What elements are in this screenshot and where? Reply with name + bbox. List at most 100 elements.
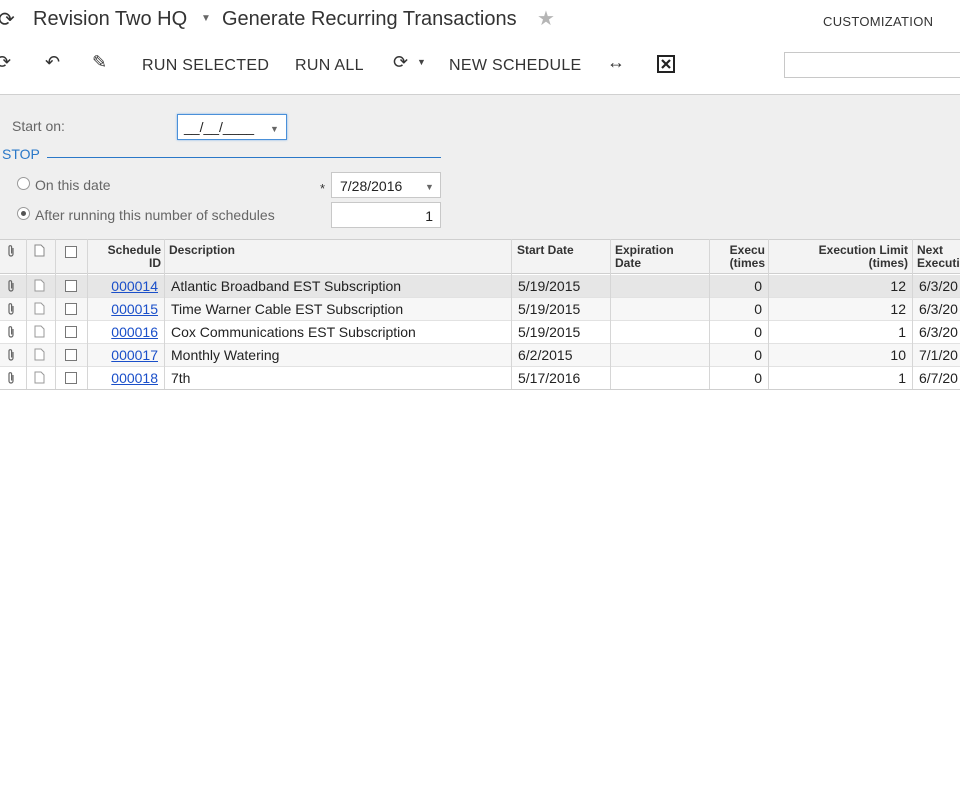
- note-icon[interactable]: [34, 279, 45, 295]
- start-date-cell: 5/19/2015: [518, 278, 581, 294]
- search-input[interactable]: [784, 52, 960, 78]
- undo-icon[interactable]: ↶: [45, 52, 60, 73]
- execution-count-cell: 0: [754, 278, 762, 294]
- stop-date-value: 7/28/2016: [340, 178, 403, 194]
- column-divider: [26, 239, 27, 389]
- next-execution-cell: 6/3/20: [919, 301, 958, 317]
- schedule-id-link[interactable]: 000017: [111, 347, 158, 363]
- customization-menu[interactable]: CUSTOMIZATION: [823, 14, 933, 29]
- run-selected-button[interactable]: RUN SELECTED: [142, 57, 269, 75]
- company-name[interactable]: Revision Two HQ: [33, 8, 187, 31]
- header-text: Schedule: [107, 243, 161, 257]
- description-cell: Cox Communications EST Subscription: [171, 324, 416, 340]
- execution-limit-cell: 1: [898, 370, 906, 386]
- description-cell: 7th: [171, 370, 191, 386]
- header-text: Date: [615, 256, 642, 270]
- column-header-start-date[interactable]: Start Date: [517, 244, 574, 257]
- execution-limit-cell: 12: [890, 301, 906, 317]
- export-excel-icon[interactable]: [657, 55, 675, 78]
- table-row[interactable]: 000015 Time Warner Cable EST Subscription…: [0, 298, 960, 321]
- pencil-icon[interactable]: ✎: [92, 52, 107, 73]
- column-divider: [610, 239, 611, 389]
- attachment-icon[interactable]: [6, 303, 16, 318]
- column-divider: [164, 239, 165, 389]
- column-header-execution-limit[interactable]: Execution Limit (times): [819, 244, 908, 270]
- on-this-date-label: On this date: [35, 177, 111, 193]
- required-marker: *: [320, 181, 326, 196]
- header-text: (times): [868, 256, 908, 270]
- chevron-down-icon[interactable]: ▼: [425, 182, 434, 192]
- table-row[interactable]: 000016 Cox Communications EST Subscriptio…: [0, 321, 960, 344]
- schedule-id-link[interactable]: 000015: [111, 301, 158, 317]
- header-text: Execution Limit: [818, 243, 908, 257]
- table-row[interactable]: 000014 Atlantic Broadband EST Subscriptio…: [0, 275, 960, 298]
- execution-count-cell: 0: [754, 301, 762, 317]
- after-running-radio[interactable]: [17, 207, 30, 220]
- new-schedule-button[interactable]: NEW SCHEDULE: [449, 57, 582, 75]
- chevron-down-icon[interactable]: ▼: [417, 57, 426, 67]
- description-cell: Time Warner Cable EST Subscription: [171, 301, 404, 317]
- schedule-id-link[interactable]: 000014: [111, 278, 158, 294]
- note-icon[interactable]: [34, 348, 45, 364]
- note-icon[interactable]: [34, 325, 45, 341]
- select-all-checkbox[interactable]: [65, 246, 77, 258]
- page-title: Generate Recurring Transactions: [222, 8, 517, 30]
- run-all-button[interactable]: RUN ALL: [295, 57, 364, 75]
- start-date-cell: 5/17/2016: [518, 370, 581, 386]
- column-divider: [709, 239, 710, 389]
- column-divider: [87, 239, 88, 389]
- row-select-checkbox[interactable]: [65, 349, 77, 361]
- stop-section-title: STOP: [2, 146, 40, 162]
- execution-count-cell: 0: [754, 347, 762, 363]
- chevron-down-icon[interactable]: ▼: [270, 124, 279, 134]
- column-header-next-execution[interactable]: Next Executi: [917, 244, 960, 270]
- start-date-cell: 6/2/2015: [518, 347, 573, 363]
- on-this-date-radio[interactable]: [17, 177, 30, 190]
- schedule-count-field[interactable]: 1: [331, 202, 441, 228]
- grid-header: Schedule ID Description Start Date Expir…: [0, 239, 960, 274]
- column-header-description[interactable]: Description: [169, 244, 235, 257]
- column-header-schedule-id[interactable]: Schedule ID: [108, 244, 161, 270]
- note-icon: [34, 244, 45, 260]
- execution-limit-cell: 10: [890, 347, 906, 363]
- attachment-icon: [6, 245, 16, 260]
- attachment-icon[interactable]: [6, 372, 16, 387]
- description-cell: Atlantic Broadband EST Subscription: [171, 278, 402, 294]
- table-row[interactable]: 000018 7th 5/17/2016 0 1 6/7/20: [0, 367, 960, 390]
- start-on-date-input[interactable]: __/__/____ ▼: [177, 114, 287, 140]
- schedule-id-link[interactable]: 000018: [111, 370, 158, 386]
- next-execution-cell: 6/3/20: [919, 278, 958, 294]
- refresh-icon[interactable]: ⟳: [0, 52, 11, 73]
- chevron-down-icon[interactable]: ▼: [201, 13, 211, 24]
- row-select-checkbox[interactable]: [65, 280, 77, 292]
- after-running-label: After running this number of schedules: [35, 207, 275, 223]
- date-mask: __/__/____: [184, 119, 255, 135]
- row-select-checkbox[interactable]: [65, 303, 77, 315]
- refresh-icon[interactable]: ⟳: [0, 7, 15, 32]
- note-icon[interactable]: [34, 371, 45, 387]
- schedule-count-value: 1: [425, 208, 433, 224]
- start-on-label: Start on:: [12, 118, 65, 134]
- schedule-id-link[interactable]: 000016: [111, 324, 158, 340]
- stop-date-field[interactable]: 7/28/2016 ▼: [331, 172, 441, 198]
- attachment-icon[interactable]: [6, 326, 16, 341]
- note-icon[interactable]: [34, 302, 45, 318]
- fit-columns-icon[interactable]: ↔: [607, 52, 625, 73]
- row-select-checkbox[interactable]: [65, 326, 77, 338]
- row-select-checkbox[interactable]: [65, 372, 77, 384]
- column-header-execution-count[interactable]: Execu (times: [730, 244, 765, 270]
- column-divider: [55, 239, 56, 389]
- next-execution-cell: 6/3/20: [919, 324, 958, 340]
- schedule-refresh-icon[interactable]: ⟳: [393, 52, 408, 73]
- header-text: Next: [917, 243, 944, 257]
- column-divider: [511, 239, 512, 389]
- table-row[interactable]: 000017 Monthly Watering 6/2/2015 0 10 7/1/20: [0, 344, 960, 367]
- column-header-expiration-date[interactable]: Expiration Date: [615, 244, 674, 270]
- next-execution-cell: 7/1/20: [919, 347, 958, 363]
- attachment-icon[interactable]: [6, 280, 16, 295]
- star-icon[interactable]: ★: [537, 6, 555, 31]
- column-divider: [912, 239, 913, 389]
- attachment-icon[interactable]: [6, 349, 16, 364]
- grid-bottom-border: [0, 389, 960, 390]
- start-date-cell: 5/19/2015: [518, 324, 581, 340]
